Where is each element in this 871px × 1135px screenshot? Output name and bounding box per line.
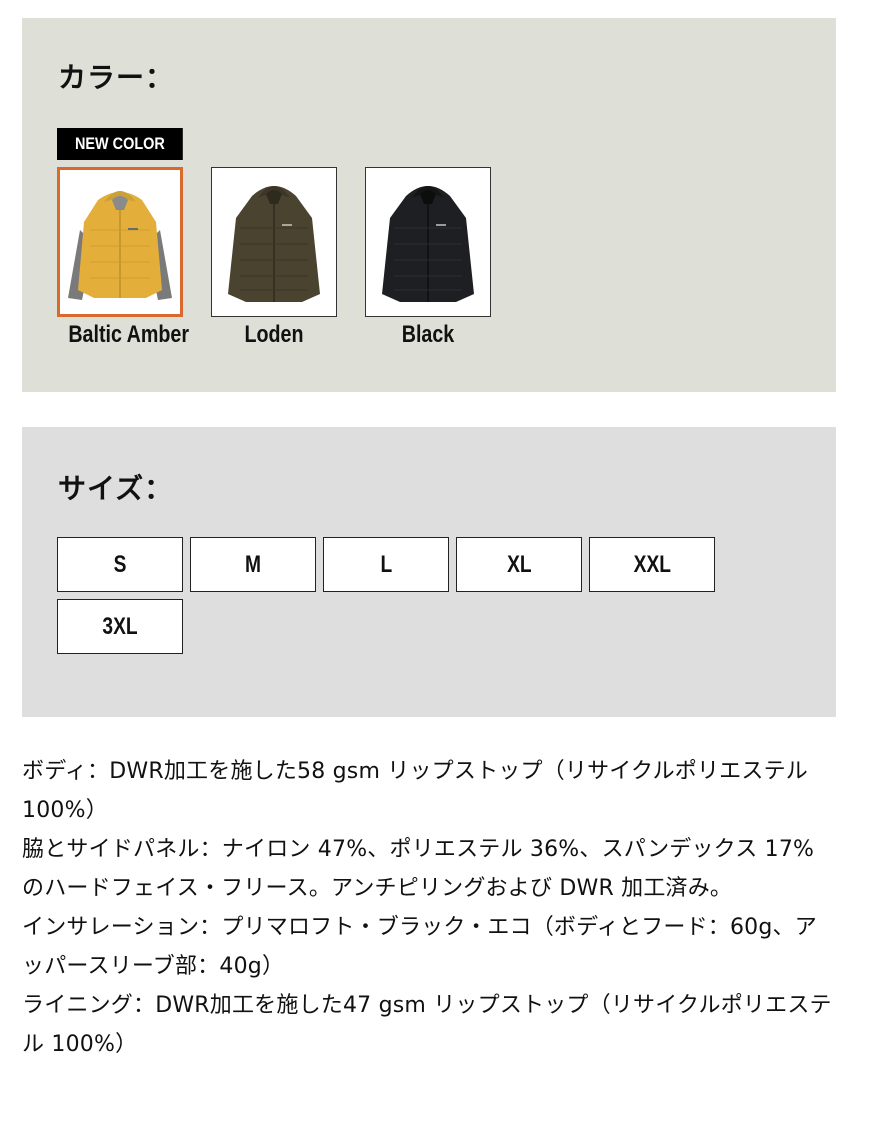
size-label: XL [506, 551, 532, 578]
swatch-black[interactable]: Black [365, 167, 491, 349]
swatch-label-loden: Loden [244, 321, 304, 348]
size-panel: サイズ： S M L XL XXL 3XL [22, 427, 836, 717]
size-label: 3XL [102, 613, 138, 640]
size-label: S [113, 551, 127, 578]
new-color-badge: NEW COLOR [57, 128, 183, 160]
jacket-image-black [365, 167, 491, 317]
swatch-baltic-amber[interactable]: Baltic Amber [57, 167, 190, 349]
size-button-s[interactable]: S [57, 537, 183, 592]
size-title: サイズ： [58, 472, 174, 505]
color-title: カラー： [58, 61, 175, 94]
size-button-l[interactable]: L [323, 537, 449, 592]
spec-lining: ライニング：DWR加工を施した47 gsm リップストップ（リサイクルポリエステ… [22, 993, 832, 1057]
size-button-3xl[interactable]: 3XL [57, 599, 183, 654]
spec-insulation: インサレーション：プリマロフト・ブラック・エコ（ボディとフード：60g、アッパー… [22, 915, 817, 979]
size-label: L [380, 551, 392, 578]
jacket-loden-icon [212, 168, 336, 316]
spec-body: ボディ：DWR加工を施した58 gsm リップストップ（リサイクルポリエステル … [22, 759, 808, 823]
product-specs: ボディ：DWR加工を施した58 gsm リップストップ（リサイクルポリエステル … [22, 752, 837, 1064]
jacket-baltic-amber-icon [60, 170, 180, 314]
swatch-loden[interactable]: Loden [211, 167, 337, 349]
jacket-image-loden [211, 167, 337, 317]
swatch-label-baltic-amber: Baltic Amber [68, 321, 190, 348]
spec-side-panels: 脇とサイドパネル：ナイロン 47%、ポリエステル 36%、スパンデックス 17%… [22, 837, 815, 901]
size-label: XXL [633, 551, 671, 578]
color-panel: カラー： NEW COLOR Baltic Amber Loden Black [22, 18, 836, 392]
size-button-xxl[interactable]: XXL [589, 537, 715, 592]
size-button-xl[interactable]: XL [456, 537, 582, 592]
size-button-m[interactable]: M [190, 537, 316, 592]
swatch-label-black: Black [401, 321, 455, 348]
size-label: M [245, 551, 261, 578]
jacket-black-icon [366, 168, 490, 316]
jacket-image-baltic-amber [57, 167, 183, 317]
